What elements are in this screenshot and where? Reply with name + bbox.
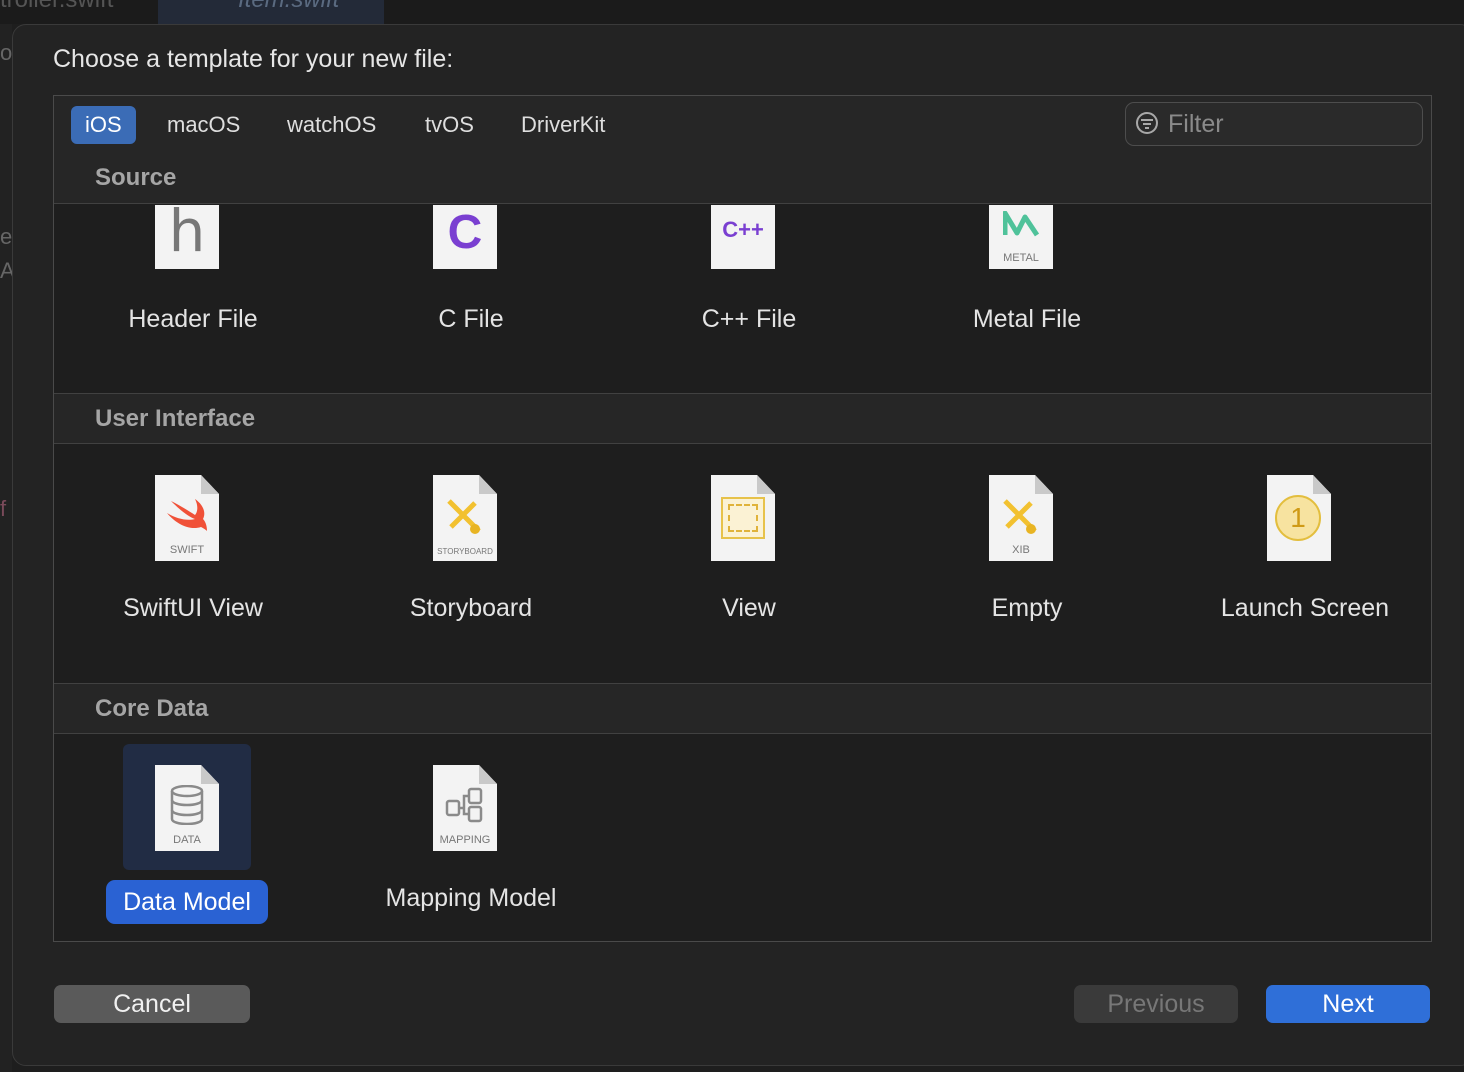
new-file-template-dialog: Choose a template for your new file: iOS…: [12, 24, 1464, 1066]
template-view[interactable]: View: [610, 444, 888, 624]
section-header-user-interface: User Interface: [54, 393, 1431, 444]
next-button[interactable]: Next: [1266, 985, 1430, 1023]
template-label: Header File: [128, 305, 258, 333]
platform-tab-bar: iOS macOS watchOS tvOS DriverKit: [54, 96, 1431, 154]
icon-caption: METAL: [1003, 252, 1039, 264]
template-label: Storyboard: [409, 594, 533, 622]
dialog-title: Choose a template for your new file:: [53, 45, 454, 73]
template-c-file[interactable]: C C File: [332, 205, 610, 385]
icon-glyph: h: [168, 205, 206, 265]
template-empty[interactable]: XIB Empty: [888, 444, 1166, 624]
gutter-glyph: e: [0, 224, 13, 249]
icon-caption: DATA: [173, 834, 201, 846]
template-cpp-file[interactable]: C++ C++ File: [610, 205, 888, 385]
gutter-glyph: o: [0, 40, 13, 65]
section-title: Source: [95, 164, 177, 191]
background-tab-label: Item.swift: [238, 0, 339, 14]
xib-file-icon: XIB: [989, 475, 1053, 561]
background-gutter: o e A f: [0, 24, 15, 1072]
user-interface-items-area: SWIFT SwiftUI View STORYBOARD Storyboard: [54, 444, 1431, 683]
tab-watchos[interactable]: watchOS: [273, 106, 390, 144]
tab-driverkit[interactable]: DriverKit: [507, 106, 619, 144]
template-label: Launch Screen: [1220, 594, 1390, 622]
template-label: SwiftUI View: [123, 594, 263, 622]
template-label-selected: Data Model: [106, 880, 268, 924]
tab-ios[interactable]: iOS: [71, 106, 136, 144]
background-tab[interactable]: troller.swift: [0, 0, 150, 13]
filter-icon: [1136, 112, 1158, 134]
section-header-source: Source: [54, 153, 1431, 204]
template-label: Metal File: [972, 305, 1082, 333]
icon-caption: MAPPING: [439, 834, 491, 846]
icon-caption: STORYBOARD: [437, 547, 493, 556]
template-label: Empty: [991, 594, 1063, 622]
c-file-icon: C: [433, 205, 497, 269]
section-title: User Interface: [95, 405, 256, 432]
icon-glyph: C: [447, 206, 483, 259]
icon-glyph: 1: [1275, 495, 1321, 541]
background-tab-active[interactable]: Item.swift: [158, 0, 384, 24]
source-items-area: h Header File C C File C++ C++ File META…: [54, 205, 1431, 393]
storyboard-file-icon: STORYBOARD: [433, 475, 497, 561]
mapping-model-file-icon: MAPPING: [433, 765, 497, 851]
background-tab-bar: troller.swift Item.swift: [0, 0, 1464, 24]
filter-input[interactable]: [1166, 109, 1410, 139]
tab-macos[interactable]: macOS: [153, 106, 254, 144]
template-swiftui-view[interactable]: SWIFT SwiftUI View: [54, 444, 332, 624]
tab-tvos[interactable]: tvOS: [411, 106, 488, 144]
previous-button[interactable]: Previous: [1074, 985, 1238, 1023]
template-panel: iOS macOS watchOS tvOS DriverKit Source: [53, 95, 1432, 942]
filter-field[interactable]: [1125, 102, 1423, 146]
section-title: Core Data: [95, 695, 209, 722]
cancel-button[interactable]: Cancel: [54, 985, 250, 1023]
template-storyboard[interactable]: STORYBOARD Storyboard: [332, 444, 610, 624]
cpp-file-icon: C++: [711, 205, 775, 269]
template-data-model[interactable]: DATA Data Model: [54, 734, 332, 934]
template-mapping-model[interactable]: MAPPING Mapping Model: [332, 734, 610, 914]
icon-glyph: C++: [722, 217, 764, 242]
section-header-core-data: Core Data: [54, 683, 1431, 734]
swift-file-icon: SWIFT: [155, 475, 219, 561]
template-metal-file[interactable]: METAL Metal File: [888, 205, 1166, 385]
core-data-items-area: DATA Data Model MAPPING Mapping Model: [54, 734, 1431, 940]
template-label: Mapping Model: [385, 884, 557, 912]
header-file-icon: h: [155, 205, 219, 269]
data-model-file-icon: DATA: [155, 765, 219, 851]
gutter-glyph: f: [0, 496, 7, 521]
template-header-file[interactable]: h Header File: [54, 205, 332, 385]
view-file-icon: [711, 475, 775, 561]
icon-caption: SWIFT: [169, 544, 205, 556]
launch-screen-file-icon: 1: [1267, 475, 1331, 561]
icon-caption: XIB: [1012, 544, 1030, 556]
template-label: C++ File: [701, 305, 797, 333]
template-label: View: [722, 594, 776, 622]
template-launch-screen[interactable]: 1 Launch Screen: [1166, 444, 1444, 624]
template-label: C File: [438, 305, 504, 333]
metal-file-icon: METAL: [989, 205, 1053, 269]
